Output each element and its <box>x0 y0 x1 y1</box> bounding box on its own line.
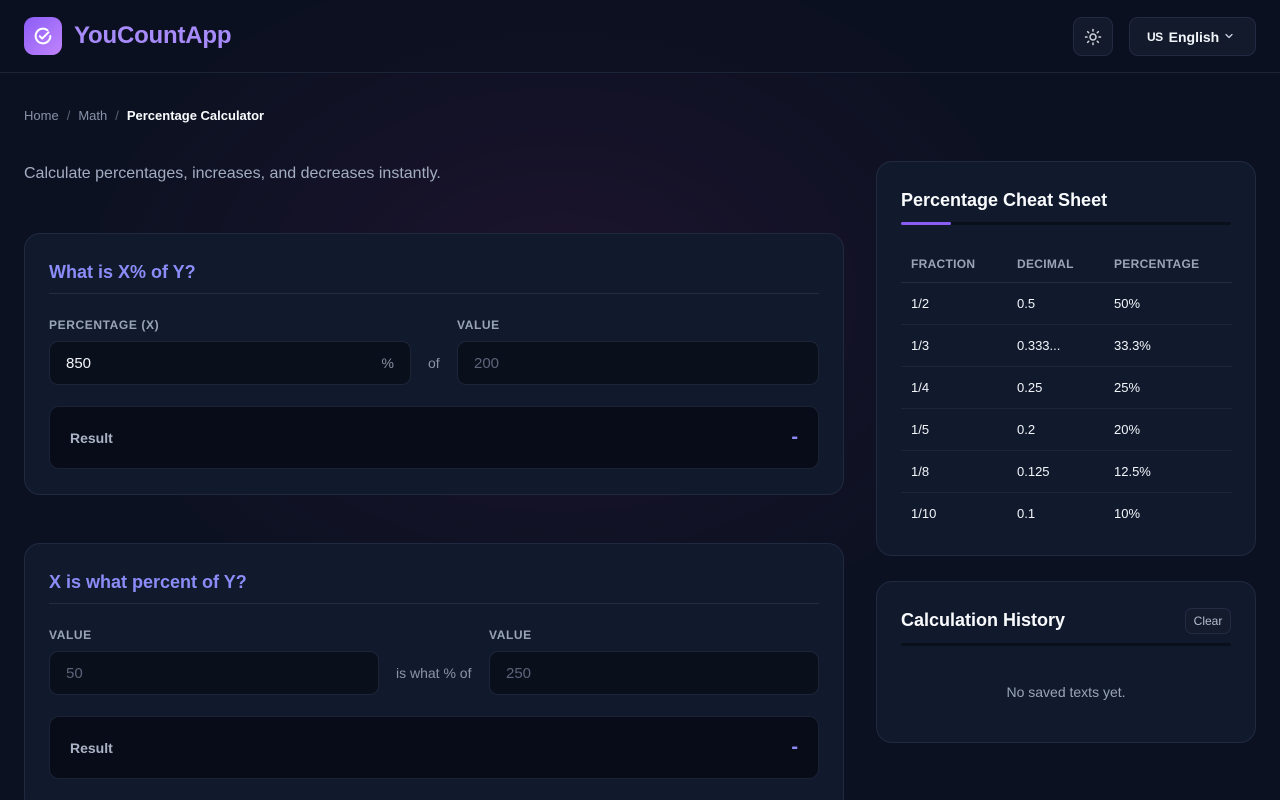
card-divider <box>49 293 819 294</box>
brand-name[interactable]: YouCountApp <box>74 22 232 50</box>
check-badge-icon <box>34 27 52 45</box>
table-row: 1/4 0.25 25% <box>901 366 1232 409</box>
table-row: 1/5 0.2 20% <box>901 408 1232 451</box>
calc-percent-of-title: What is X% of Y? <box>49 262 196 282</box>
calc-what-percent-title: X is what percent of Y? <box>49 572 247 592</box>
table-cell: 20% <box>1104 408 1232 451</box>
cheat-sheet-card: Percentage Cheat Sheet FRACTION DECIMAL … <box>876 161 1256 556</box>
breadcrumb-math[interactable]: Math <box>78 108 107 123</box>
value1-input-box[interactable] <box>49 651 379 695</box>
breadcrumb-separator: / <box>66 108 71 123</box>
clear-history-button[interactable]: Clear <box>1185 608 1231 634</box>
history-empty-text: No saved texts yet. <box>1006 684 1126 700</box>
value1-label: VALUE <box>49 628 92 642</box>
table-cell: 25% <box>1104 366 1232 409</box>
breadcrumb-home[interactable]: Home <box>24 108 59 123</box>
breadcrumb-current: Percentage Calculator <box>126 108 265 123</box>
percentage-input-box[interactable]: % <box>49 341 411 385</box>
result-label: Result <box>70 740 113 756</box>
title-underline <box>901 643 1231 646</box>
is-what-percent-connector: is what % of <box>396 665 472 681</box>
table-cell: 0.333... <box>1007 324 1104 367</box>
theme-toggle-button[interactable] <box>1073 17 1113 56</box>
result-box: Result - <box>49 406 819 469</box>
calc-what-percent-card: X is what percent of Y? VALUE is what % … <box>24 543 844 800</box>
language-flag: US <box>1147 29 1163 44</box>
percentage-input[interactable] <box>66 354 410 372</box>
result-box: Result - <box>49 716 819 779</box>
title-underline <box>901 222 1231 225</box>
table-cell: 1/3 <box>901 324 1007 367</box>
table-cell: 1/10 <box>911 505 937 521</box>
table-header-row: FRACTION DECIMAL PERCENTAGE <box>901 246 1232 283</box>
table-cell: 0.2 <box>1007 408 1104 451</box>
table-cell: 0.1 <box>1017 505 1036 521</box>
table-cell: 0.5 <box>1007 282 1104 325</box>
value1-input[interactable] <box>66 664 378 682</box>
result-value: - <box>791 736 798 758</box>
table-cell: 0.125 <box>1007 450 1104 493</box>
percentage-label: PERCENTAGE (X) <box>49 318 160 332</box>
value-input[interactable] <box>474 354 818 372</box>
top-header: YouCountApp US English <box>0 0 1280 73</box>
page-subtitle: Calculate percentages, increases, and de… <box>24 165 441 182</box>
breadcrumb-separator: / <box>115 108 119 123</box>
value2-input[interactable] <box>506 664 818 682</box>
table-cell: 33.3% <box>1104 324 1232 367</box>
app-logo[interactable] <box>24 17 62 55</box>
column-header: FRACTION <box>901 246 1007 283</box>
column-header: DECIMAL <box>1007 246 1104 283</box>
language-selector[interactable]: US English <box>1129 17 1256 56</box>
table-cell: 10% <box>1114 505 1141 521</box>
cheat-sheet-title: Percentage Cheat Sheet <box>901 190 1108 210</box>
history-card: Calculation History Clear No saved texts… <box>876 581 1256 743</box>
of-connector: of <box>428 355 440 371</box>
value-input-box[interactable] <box>457 341 819 385</box>
percent-suffix: % <box>381 355 394 371</box>
history-title: Calculation History <box>901 610 1066 630</box>
result-value: - <box>791 426 798 448</box>
table-row: 1/3 0.333... 33.3% <box>901 324 1232 367</box>
breadcrumb: Home / Math / Percentage Calculator <box>24 108 264 123</box>
calc-percent-of-card: What is X% of Y? PERCENTAGE (X) % of VAL… <box>24 233 844 495</box>
table-cell: 1/5 <box>901 408 1007 451</box>
table-cell: 12.5% <box>1104 450 1232 493</box>
card-divider <box>49 603 819 604</box>
value2-label: VALUE <box>489 628 532 642</box>
table-cell: 1/8 <box>901 450 1007 493</box>
value-label: VALUE <box>457 318 500 332</box>
language-label: English <box>1168 28 1220 45</box>
table-cell: 0.25 <box>1007 366 1104 409</box>
table-row: 1/2 0.5 50% <box>901 282 1232 325</box>
table-cell: 1/2 <box>901 282 1007 325</box>
cheat-sheet-table: FRACTION DECIMAL PERCENTAGE 1/2 0.5 50% … <box>901 246 1232 534</box>
table-row: 1/10 0.1 10% <box>901 492 1232 534</box>
value2-input-box[interactable] <box>489 651 819 695</box>
table-row: 1/8 0.125 12.5% <box>901 450 1232 493</box>
table-cell: 50% <box>1104 282 1232 325</box>
column-header: PERCENTAGE <box>1104 246 1232 283</box>
table-cell: 1/4 <box>901 366 1007 409</box>
chevron-down-icon <box>1225 33 1233 39</box>
result-label: Result <box>70 430 113 446</box>
sun-icon <box>1084 28 1102 45</box>
